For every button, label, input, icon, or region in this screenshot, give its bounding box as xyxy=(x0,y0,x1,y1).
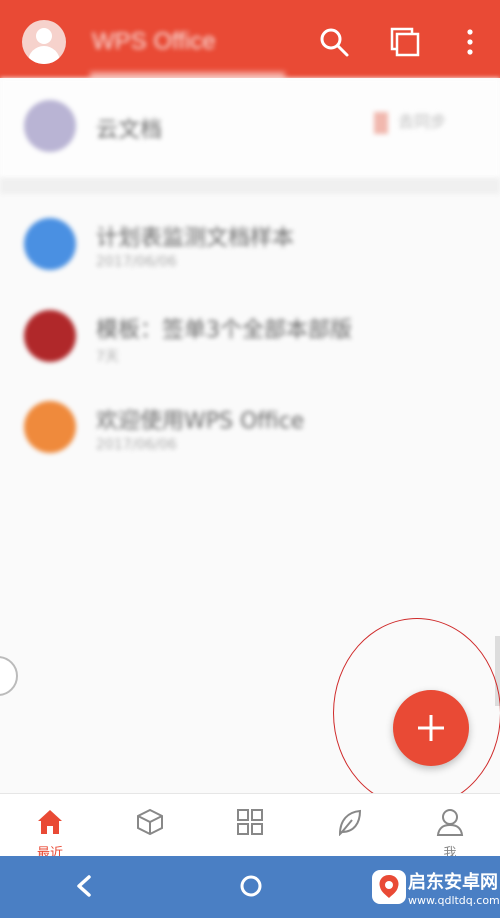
cube-icon xyxy=(137,808,163,836)
file-date: 2017/06/06 xyxy=(96,254,177,270)
cloud-docs-label: 云文档 xyxy=(96,118,163,143)
document-icon xyxy=(24,218,76,270)
nav-item-apps[interactable] xyxy=(200,794,300,857)
plus-icon xyxy=(418,715,444,741)
watermark-name: 启东安卓网 xyxy=(408,872,498,892)
user-avatar-icon[interactable] xyxy=(22,20,66,64)
sync-button[interactable]: 去同步 xyxy=(374,108,446,134)
nav-item-me[interactable]: 我 xyxy=(400,794,500,861)
home-circle-icon[interactable] xyxy=(238,872,264,900)
section-divider xyxy=(0,178,500,194)
windows-icon[interactable] xyxy=(389,26,421,58)
leaf-icon xyxy=(338,809,362,836)
file-date: 2017/06/06 xyxy=(96,437,177,453)
bottom-nav: 最近 我 xyxy=(0,793,500,861)
template-icon xyxy=(24,310,76,362)
cloud-doc-icon xyxy=(24,100,76,152)
new-document-button[interactable] xyxy=(393,690,469,766)
nav-item-leaf[interactable] xyxy=(300,794,400,857)
app-title: WPS Office xyxy=(92,28,216,55)
site-watermark: 启东安卓网 www.qdltdq.com xyxy=(372,862,500,918)
back-icon[interactable] xyxy=(72,872,96,900)
sync-label: 去同步 xyxy=(398,112,447,131)
file-name: 计划表监测文档样本 xyxy=(96,226,295,251)
watermark-url: www.qdltdq.com xyxy=(408,894,500,907)
sync-tag-icon xyxy=(374,111,388,134)
presentation-icon xyxy=(24,401,76,453)
file-row[interactable]: 模板：签单3个全部本部版 7天 xyxy=(0,292,500,382)
file-row[interactable]: 欢迎使用WPS Office 2017/06/06 xyxy=(0,383,500,473)
search-icon[interactable] xyxy=(318,26,350,58)
file-name: 模板：签单3个全部本部版 xyxy=(96,318,352,343)
watermark-logo-icon xyxy=(372,870,406,904)
more-vert-icon[interactable] xyxy=(454,26,486,58)
floating-handle[interactable] xyxy=(0,656,18,696)
file-date: 7天 xyxy=(96,349,119,365)
file-name: 欢迎使用WPS Office xyxy=(96,409,305,434)
apps-grid-icon xyxy=(237,809,263,835)
nav-item-recent[interactable]: 最近 xyxy=(0,794,100,861)
person-icon xyxy=(436,809,464,836)
file-row[interactable]: 计划表监测文档样本 2017/06/06 xyxy=(0,200,500,290)
app-bar: WPS Office xyxy=(0,0,500,80)
home-icon xyxy=(38,810,62,834)
nav-item-cube[interactable] xyxy=(100,794,200,857)
